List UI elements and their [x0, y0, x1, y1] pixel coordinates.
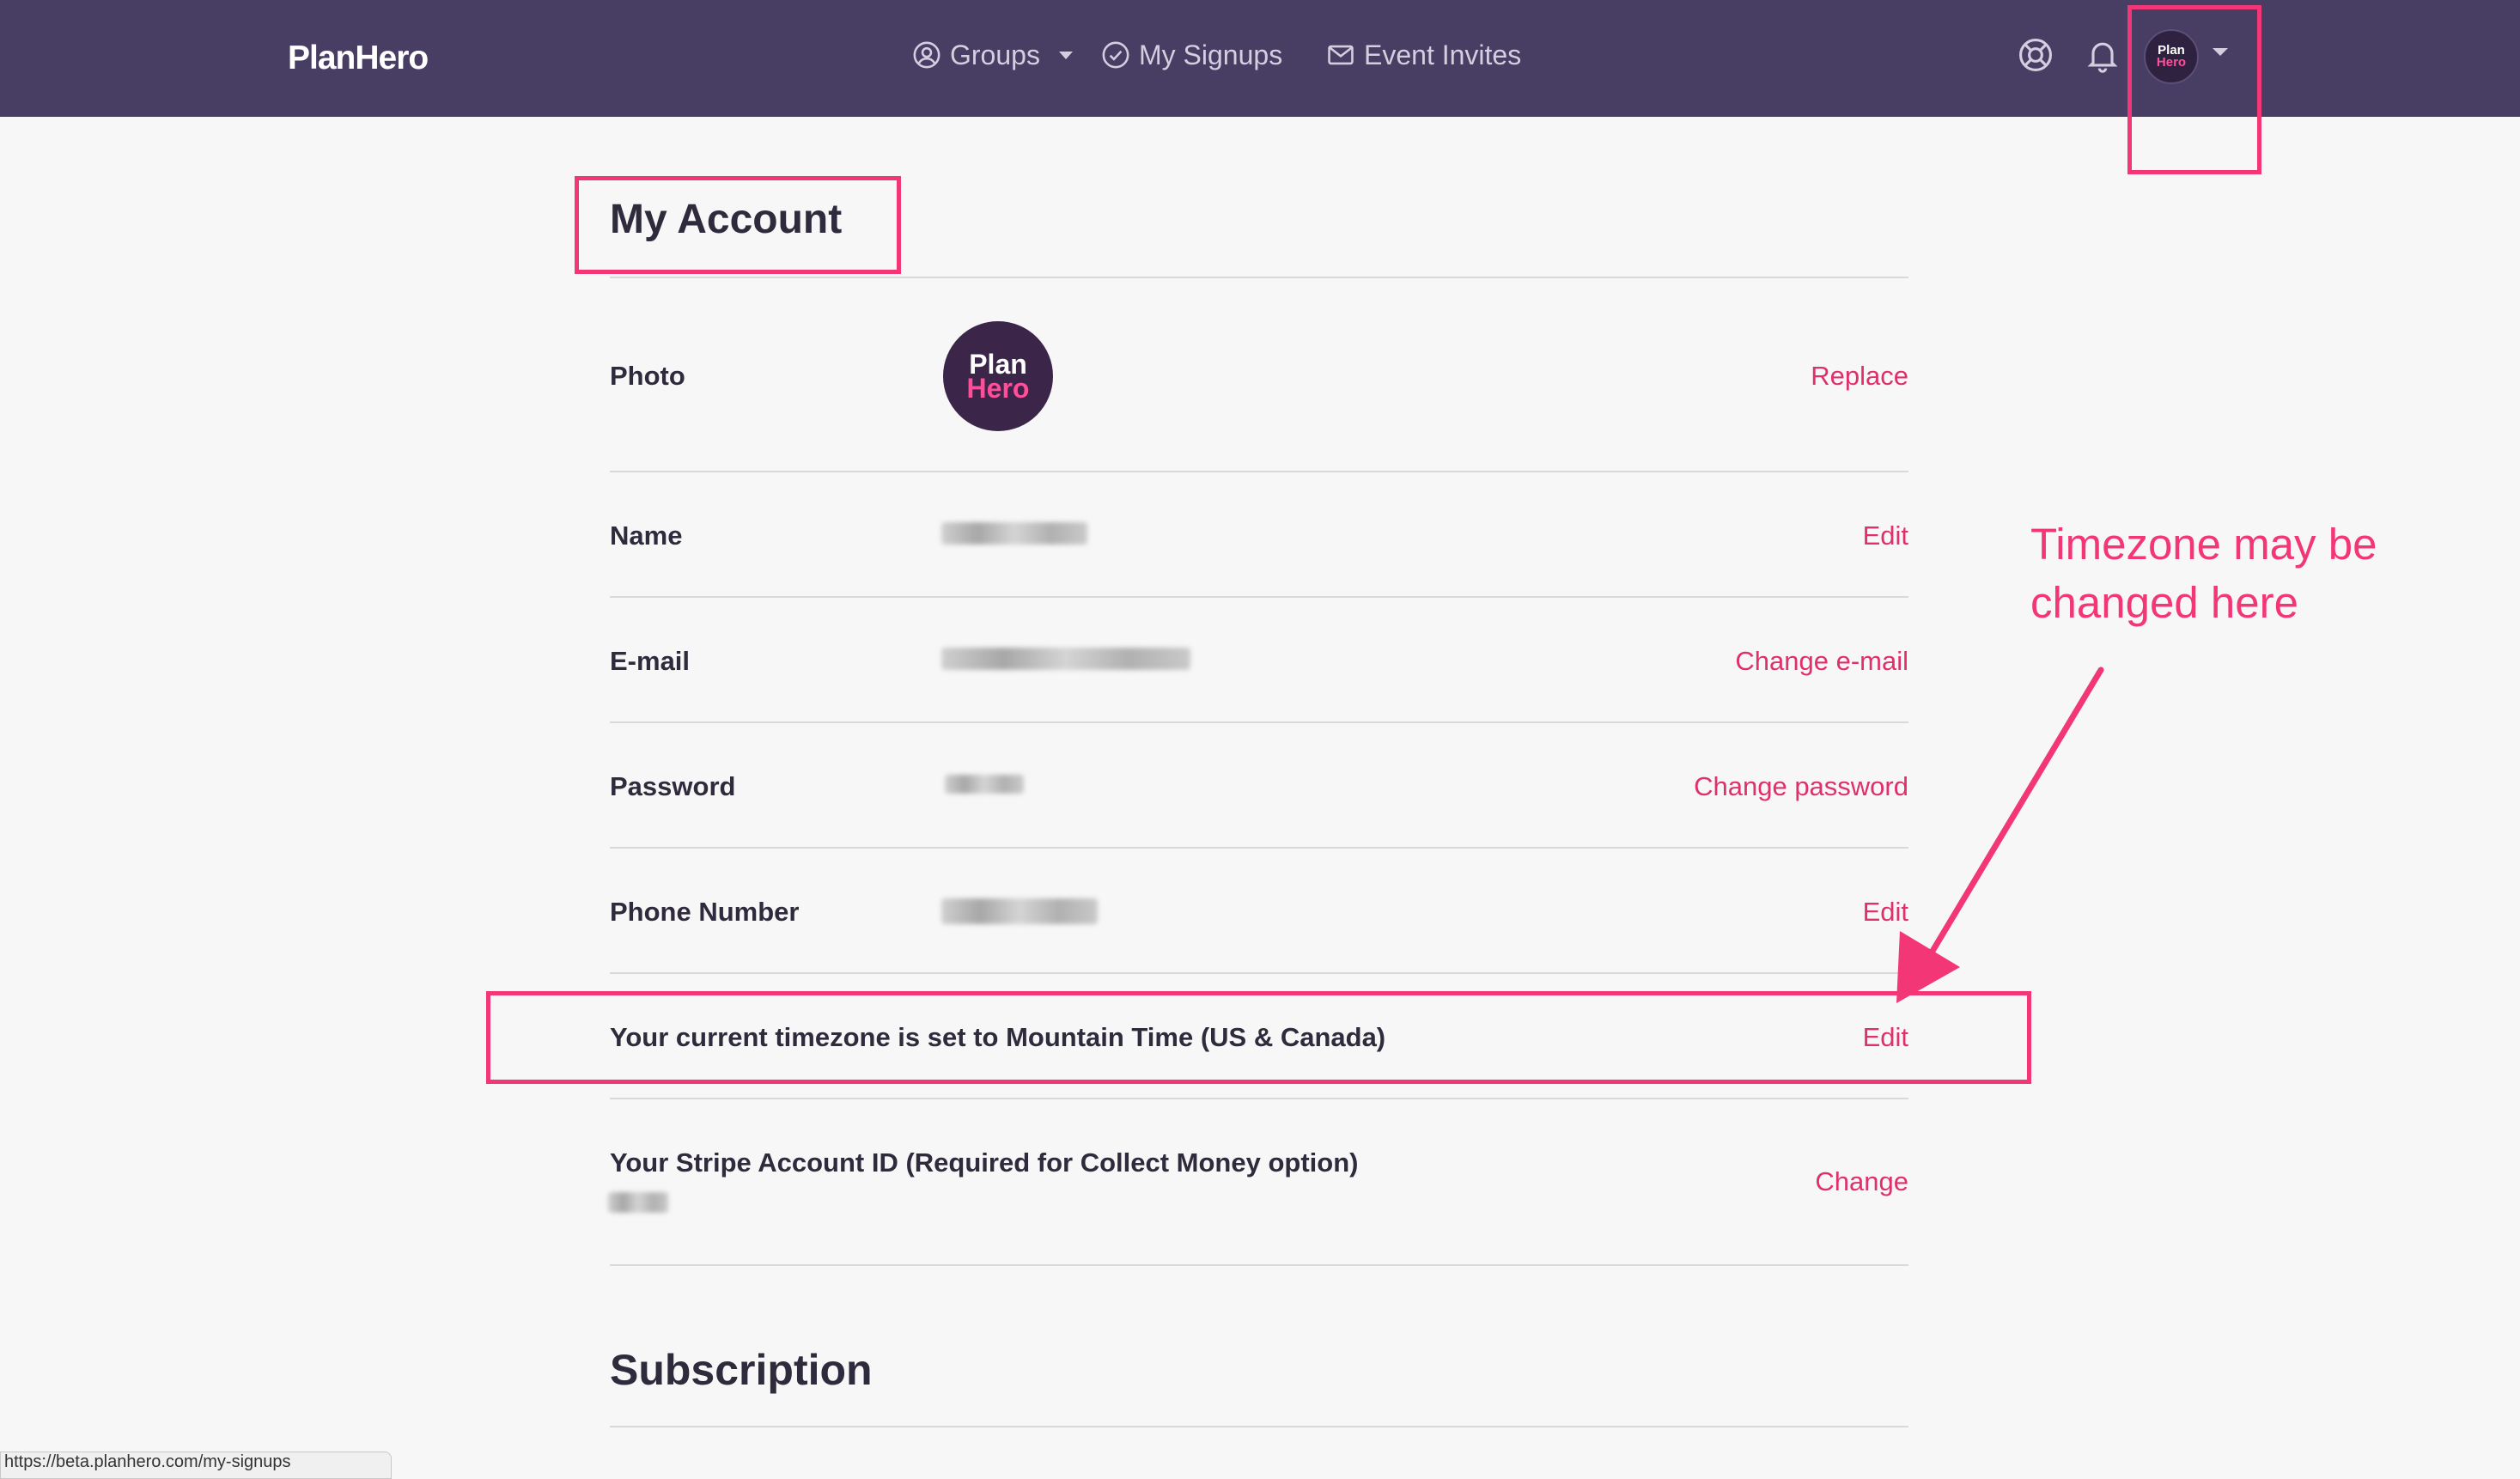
annotation-arrow	[1896, 666, 2104, 1003]
